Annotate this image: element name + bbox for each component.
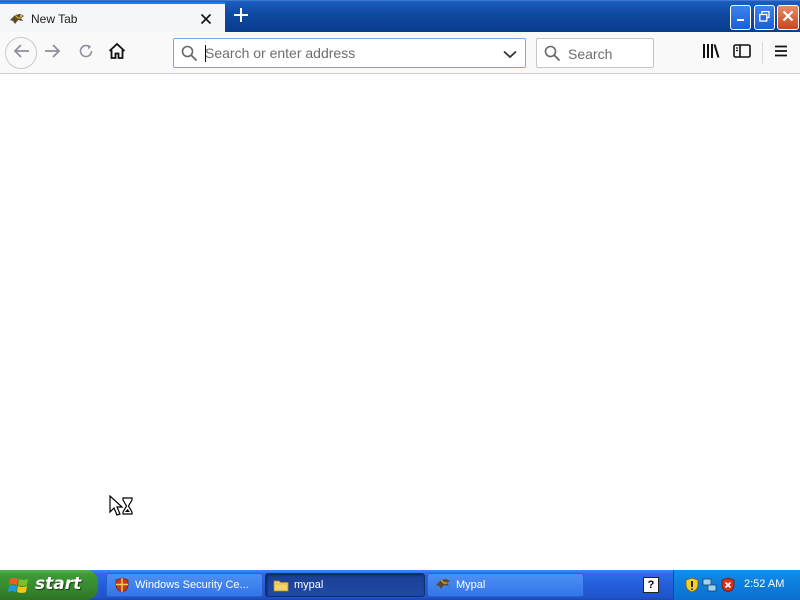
- taskbar-item-windows-security[interactable]: Windows Security Ce...: [106, 573, 263, 597]
- minimize-button[interactable]: [730, 5, 751, 30]
- text-caret: [205, 45, 206, 62]
- home-button[interactable]: [102, 38, 132, 68]
- new-tab-button[interactable]: [228, 5, 254, 29]
- system-tray: 2:52 AM: [673, 570, 800, 600]
- busy-cursor-icon: [109, 494, 135, 524]
- chevron-down-icon[interactable]: [500, 45, 520, 63]
- window-close-button[interactable]: [777, 5, 799, 30]
- security-shield-icon: [114, 577, 130, 593]
- shield-alert-icon[interactable]: [720, 577, 736, 593]
- taskbar: start Windows Security Ce... mypal Mypal: [0, 570, 800, 600]
- minimize-icon: [736, 9, 746, 27]
- windows-logo-icon: [8, 576, 30, 600]
- home-icon: [108, 42, 126, 65]
- search-input[interactable]: [568, 45, 648, 63]
- reload-button[interactable]: [71, 38, 101, 68]
- search-icon: [544, 45, 561, 67]
- tab-title: New Tab: [31, 12, 78, 26]
- forward-button[interactable]: [38, 38, 68, 68]
- taskbar-item-label: Windows Security Ce...: [135, 579, 249, 591]
- taskbar-item-mypal-browser[interactable]: Mypal: [427, 573, 584, 597]
- navigation-toolbar: [0, 32, 800, 74]
- mypal-icon: [9, 12, 25, 26]
- url-bar[interactable]: [173, 38, 526, 68]
- back-arrow-icon: [12, 43, 30, 64]
- tab-strip: New Tab: [0, 0, 800, 33]
- sidebar-icon: [733, 43, 751, 63]
- network-icon[interactable]: [702, 577, 718, 593]
- close-icon: [782, 9, 794, 27]
- toolbar-separator: [762, 42, 763, 64]
- menu-button[interactable]: [766, 38, 796, 68]
- library-icon: [702, 43, 720, 64]
- forward-arrow-icon: [44, 43, 62, 64]
- start-button[interactable]: start: [0, 570, 98, 600]
- url-input[interactable]: [205, 44, 495, 62]
- restore-icon: [759, 9, 770, 27]
- reload-icon: [78, 43, 94, 64]
- start-label: start: [35, 574, 82, 594]
- search-icon: [181, 45, 198, 67]
- taskbar-item-label: Mypal: [456, 579, 486, 591]
- sidebar-button[interactable]: [727, 38, 757, 68]
- taskbar-item-mypal-folder[interactable]: mypal: [265, 573, 425, 597]
- mypal-icon: [435, 577, 451, 593]
- folder-icon: [273, 577, 289, 593]
- close-icon[interactable]: [196, 9, 216, 29]
- back-button[interactable]: [5, 37, 37, 69]
- tab-new-tab[interactable]: New Tab: [0, 2, 225, 33]
- security-alert-icon[interactable]: [684, 577, 700, 593]
- search-bar[interactable]: [536, 38, 654, 68]
- help-icon[interactable]: ?: [643, 577, 659, 593]
- restore-button[interactable]: [754, 5, 775, 30]
- clock: 2:52 AM: [744, 578, 785, 590]
- hamburger-menu-icon: [774, 44, 788, 63]
- taskbar-item-label: mypal: [294, 579, 324, 591]
- plus-icon: [233, 7, 249, 28]
- library-button[interactable]: [696, 38, 726, 68]
